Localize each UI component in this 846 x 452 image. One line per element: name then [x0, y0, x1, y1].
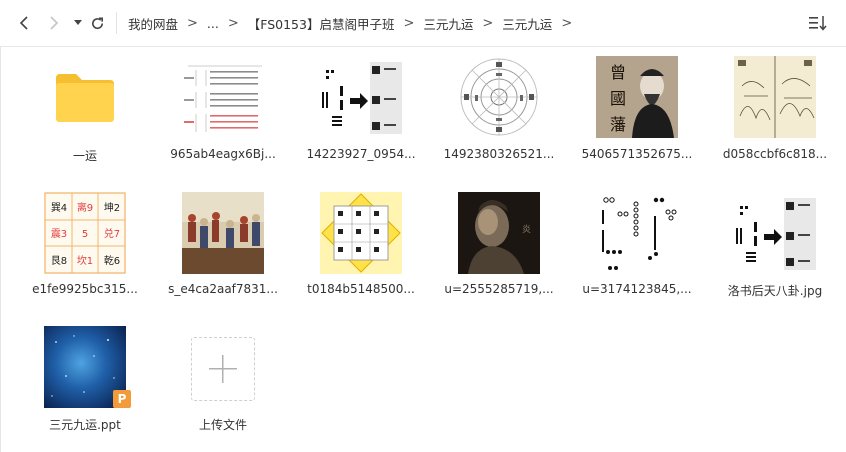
upload-label: 上传文件 — [198, 418, 247, 432]
grid-cell: 巽4 — [51, 202, 67, 214]
file-item-image[interactable]: 14223927_0954... — [296, 50, 426, 168]
image-thumbnail-yellow-diagram — [320, 192, 402, 274]
back-button[interactable] — [14, 13, 34, 33]
panel-border — [0, 46, 1, 452]
image-thumbnail-portrait: 曾 國 藩 — [596, 56, 678, 138]
grid-cell: 艮8 — [51, 255, 67, 267]
svg-text:藩: 藩 — [610, 115, 626, 134]
ppt-badge-icon: P — [113, 390, 131, 408]
breadcrumb-item-parent[interactable]: 三元九运 — [423, 14, 473, 33]
breadcrumb-separator: > — [227, 15, 239, 31]
file-name: u=3174123845,... — [582, 282, 692, 296]
toolbar: 我的网盘 > ... > 【FS0153】启慧阁甲子班 > 三元九运 > 三元九… — [0, 0, 846, 46]
file-name: 一运 — [72, 149, 97, 163]
file-item-image[interactable]: 洛书后天八卦.jpg — [710, 186, 840, 304]
file-item-folder[interactable]: 一运 — [20, 50, 150, 168]
image-thumbnail-compass — [458, 56, 540, 138]
breadcrumb-item-current[interactable]: 三元九运 — [502, 14, 552, 33]
breadcrumb-item-root[interactable]: 我的网盘 — [128, 14, 178, 33]
file-name: 14223927_0954... — [306, 147, 416, 161]
image-thumbnail-trigram-arrow — [734, 192, 816, 274]
breadcrumb-separator: > — [482, 15, 494, 31]
grid-cell: 坤2 — [104, 201, 120, 214]
grid-cell: 震3 — [51, 228, 67, 240]
grid-cell: 乾6 — [104, 254, 120, 267]
grid-cell: 兑7 — [104, 227, 120, 240]
breadcrumb-separator: > — [187, 15, 198, 31]
svg-text:炎: 炎 — [522, 224, 531, 235]
file-item-image[interactable]: u=3174123845,... — [572, 186, 702, 304]
toolbar-divider — [0, 46, 846, 47]
plus-icon — [209, 355, 237, 383]
image-thumbnail-painting — [182, 192, 264, 274]
refresh-button[interactable] — [87, 13, 107, 33]
file-item-image[interactable]: 曾 國 藩 5406571352675... — [572, 50, 702, 168]
grid-cell: 离9 — [77, 201, 93, 214]
file-item-image[interactable]: 炎 u=2555285719,... — [434, 186, 564, 304]
file-name: s_e4ca2aaf7831... — [168, 282, 278, 296]
file-name: t0184b5148500... — [307, 282, 415, 296]
file-name: u=2555285719,... — [444, 282, 554, 296]
image-thumbnail-statue: 炎 — [458, 192, 540, 274]
toolbar-separator — [116, 12, 117, 34]
file-item-image[interactable]: 1492380326521... — [434, 50, 564, 168]
sort-list-icon — [809, 16, 827, 31]
image-thumbnail-ancient-drawing — [734, 56, 816, 138]
image-thumbnail-trigram-arrow — [320, 56, 402, 138]
breadcrumb-item-class[interactable]: 【FS0153】启慧阁甲子班 — [248, 14, 395, 33]
image-thumbnail-nine-grid: 巽4 离9 坤2 震3 5 兑7 艮8 坎1 乾6 — [44, 192, 126, 274]
forward-button[interactable] — [44, 13, 64, 33]
file-name: 965ab4eagx6Bj... — [170, 147, 276, 161]
breadcrumb-separator: > — [403, 15, 415, 31]
breadcrumb-separator: > — [561, 15, 573, 31]
chevron-right-icon — [50, 16, 59, 30]
file-item-image[interactable]: s_e4ca2aaf7831... — [158, 186, 288, 304]
file-item-ppt[interactable]: P 三元九运.ppt — [20, 320, 150, 438]
breadcrumb-item-ellipsis[interactable]: ... — [207, 16, 219, 31]
image-thumbnail-table-chart — [182, 56, 264, 138]
grid-cell: 5 — [82, 229, 88, 240]
file-name: 5406571352675... — [581, 147, 693, 161]
upload-file-button[interactable]: 上传文件 — [158, 320, 288, 438]
file-item-image[interactable]: d058ccbf6c818... — [710, 50, 840, 168]
file-item-image[interactable]: 965ab4eagx6Bj... — [158, 50, 288, 168]
file-name: 1492380326521... — [443, 147, 555, 161]
sort-view-button[interactable] — [808, 14, 828, 32]
svg-text:曾: 曾 — [610, 63, 626, 82]
breadcrumb: 我的网盘 > ... > 【FS0153】启慧阁甲子班 > 三元九运 > 三元九… — [128, 0, 581, 46]
file-item-image[interactable]: 巽4 离9 坤2 震3 5 兑7 艮8 坎1 乾6 e1fe9925bc315.… — [20, 186, 150, 304]
file-name: 洛书后天八卦.jpg — [727, 284, 823, 298]
refresh-icon — [91, 17, 103, 29]
grid-cell: 坎1 — [77, 254, 93, 267]
history-dropdown[interactable] — [68, 13, 88, 33]
svg-text:國: 國 — [610, 89, 626, 108]
file-name: e1fe9925bc315... — [32, 282, 138, 296]
file-name: d058ccbf6c818... — [722, 147, 828, 161]
file-item-image[interactable]: t0184b5148500... — [296, 186, 426, 304]
image-thumbnail-hetu — [596, 192, 678, 274]
folder-icon — [56, 74, 114, 122]
upload-tile[interactable] — [191, 337, 255, 401]
file-name: 三元九运.ppt — [49, 418, 121, 432]
caret-down-icon — [74, 20, 82, 25]
chevron-left-icon — [19, 16, 28, 30]
